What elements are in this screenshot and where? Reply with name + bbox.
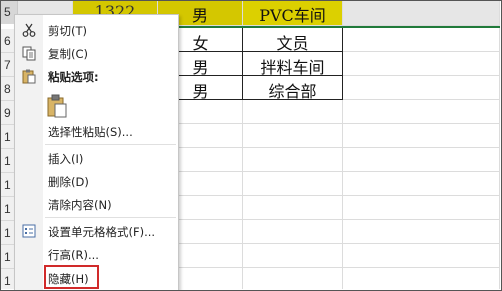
screenshot-border [0,0,502,291]
